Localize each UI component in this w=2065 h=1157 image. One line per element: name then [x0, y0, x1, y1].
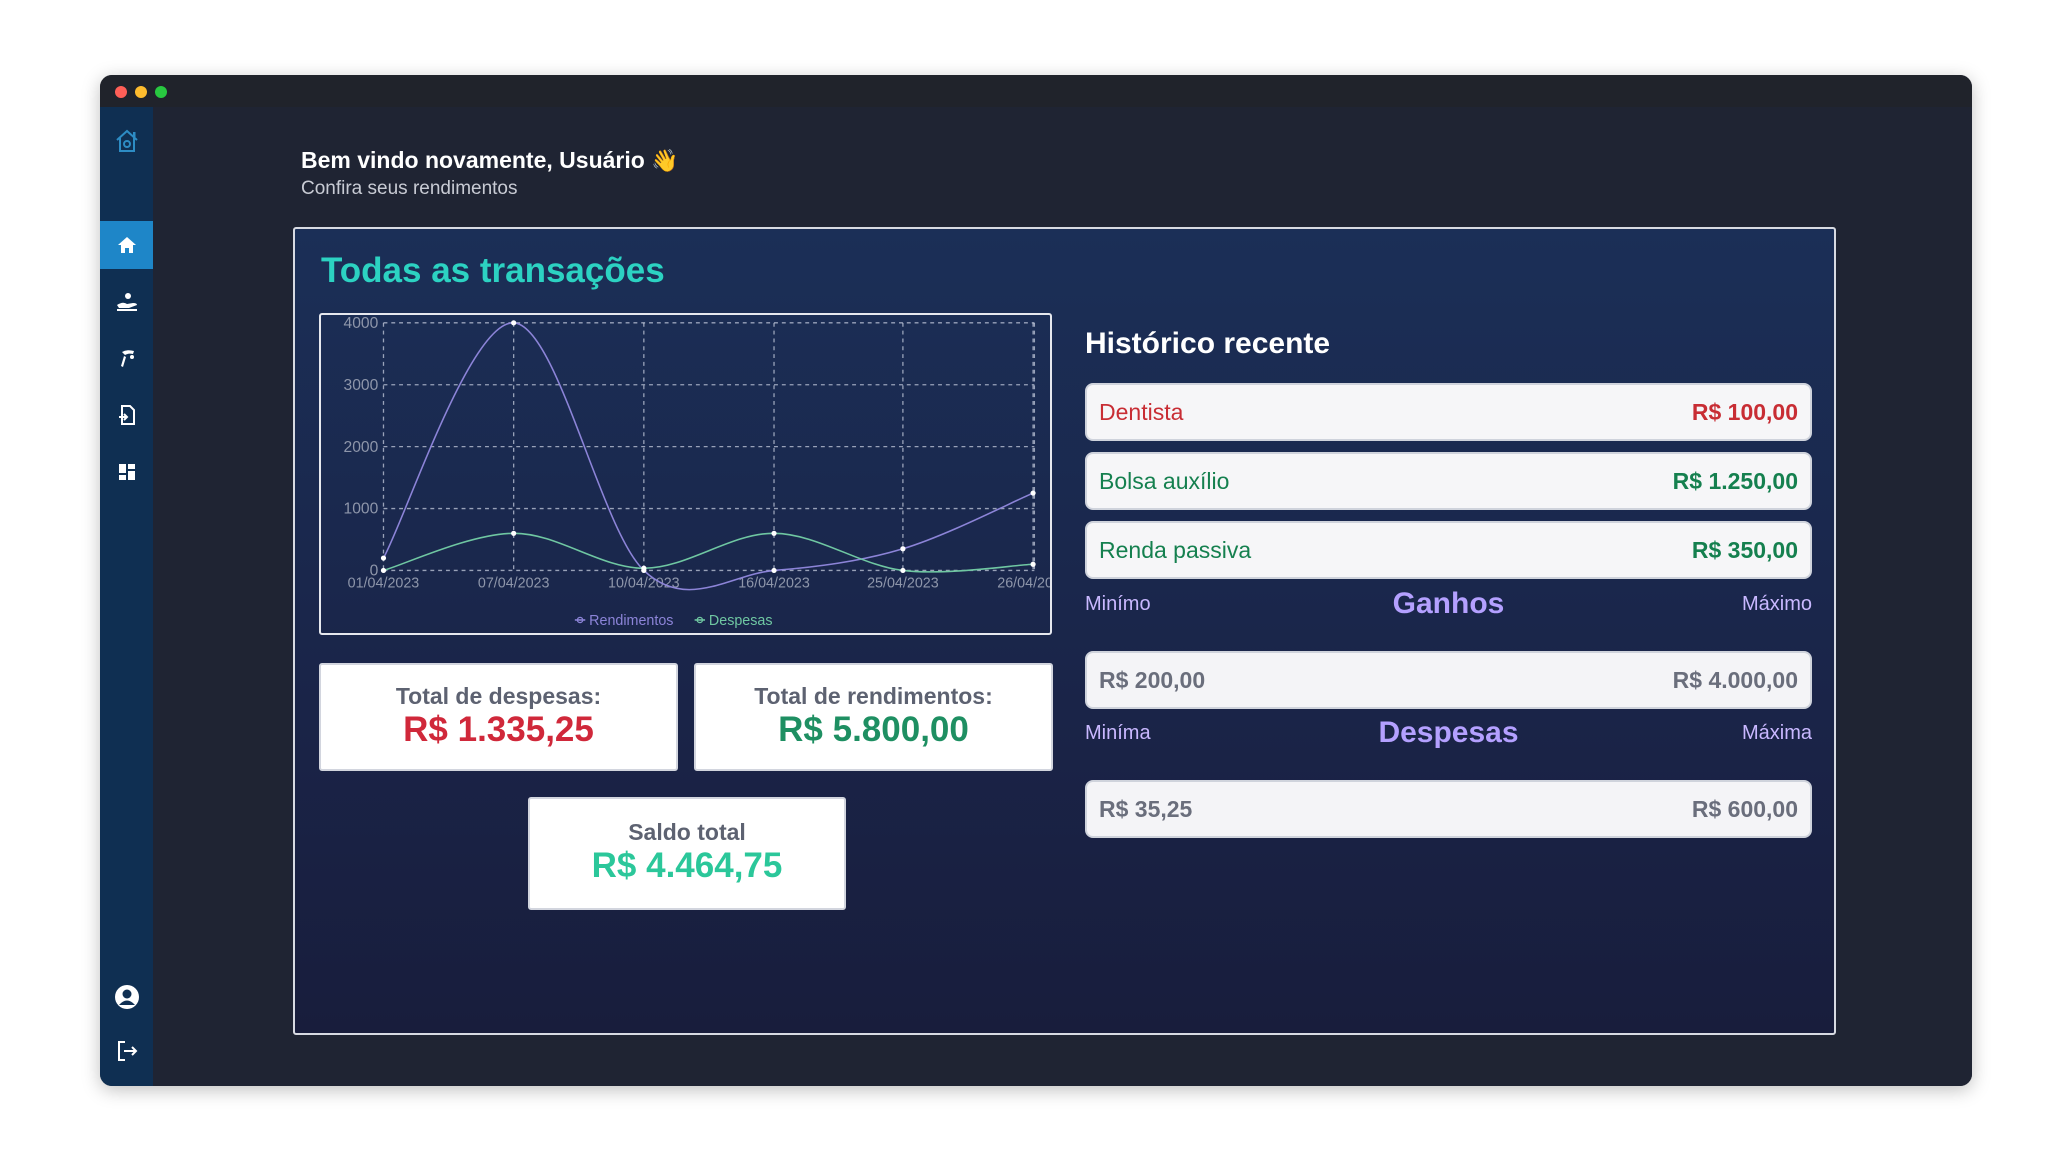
hand-money-icon: [120, 350, 134, 367]
ganhos-max-value: R$ 4.000,00: [1672, 666, 1798, 693]
transactions-chart: 0 1000 2000 3000 4000 01/04/2023 07/04/2023 10/…: [319, 313, 1052, 635]
sidebar-item-despesas[interactable]: [100, 334, 153, 382]
minimize-window-button[interactable]: [135, 86, 147, 98]
history-item-amount: R$ 350,00: [1691, 536, 1798, 563]
x-tick-label: 07/04/2023: [478, 575, 550, 591]
saldo-total-value: R$ 4.464,75: [591, 846, 783, 885]
logo[interactable]: [100, 117, 153, 165]
total-despesas-value: R$ 1.335,25: [403, 710, 594, 749]
data-point: [641, 565, 647, 571]
hand-coin-icon: [116, 293, 137, 311]
x-tick-label: 25/04/2023: [867, 575, 939, 591]
total-despesas-label: Total de despesas:: [395, 683, 602, 709]
data-point: [380, 567, 387, 574]
data-point: [380, 555, 387, 561]
data-point: [511, 530, 517, 536]
card-title: Todas as transações: [321, 251, 665, 290]
sidebar-item-home[interactable]: [100, 221, 153, 269]
total-rendimentos-label: Total de rendimentos:: [754, 683, 993, 709]
legend-label: Rendimentos: [589, 613, 673, 629]
logout-icon: [117, 1041, 137, 1061]
close-window-button[interactable]: [115, 86, 127, 98]
chart-svg: 0100020003000400001/04/2023 07/04/2023 10/…: [344, 315, 1050, 629]
history-item-amount: R$ 1.250,00: [1672, 467, 1798, 494]
app-window: Bem vindo novamente, Usuário 👋 Confira s…: [100, 75, 1972, 1086]
history-item-name: Bolsa auxílio: [1099, 467, 1230, 494]
despesas-max-value: R$ 600,00: [1691, 795, 1798, 822]
x-tick-label: 01/04/2023: [348, 575, 420, 591]
welcome-subtitle: Confira seus rendimentos: [301, 178, 518, 199]
ganhos-min-label: Minímo: [1085, 592, 1151, 615]
sidebar-item-dashboard[interactable]: [100, 448, 153, 496]
y-tick-label: 1000: [344, 501, 379, 518]
wave-emoji: 👋: [651, 148, 679, 173]
despesas-title: Despesas: [1378, 716, 1519, 749]
ganhos-range: R$ 200,00 R$ 4.000,00: [1085, 651, 1812, 709]
sidebar-item-sair[interactable]: [100, 1027, 153, 1075]
sidebar-item-perfil[interactable]: [100, 973, 153, 1021]
y-tick-label: 2000: [344, 439, 379, 456]
x-tick-label: 16/04/2023: [738, 575, 810, 591]
grid-icon: [118, 464, 135, 480]
ganhos-min-value: R$ 200,00: [1099, 666, 1206, 693]
data-point: [900, 567, 906, 574]
y-tick-label: 4000: [344, 315, 379, 332]
document-arrow-icon: [118, 405, 135, 425]
data-point: [1030, 561, 1036, 567]
history-item-renda[interactable]: Renda passiva R$ 350,00: [1085, 521, 1812, 579]
series-line-despesas: [383, 532, 1034, 573]
title-bar: [100, 75, 1972, 107]
y-tick-label: 3000: [344, 377, 379, 394]
despesas-min-value: R$ 35,25: [1099, 795, 1193, 822]
total-despesas-box: Total de despesas: R$ 1.335,25: [319, 663, 678, 771]
history-item-dentista[interactable]: Dentista R$ 100,00: [1085, 383, 1812, 441]
house-outline-icon: [115, 129, 138, 152]
welcome-text: Bem vindo novamente, Usuário: [301, 147, 645, 173]
series-line-rendimentos: [382, 322, 1034, 591]
sidebar-item-rendimentos[interactable]: [100, 277, 153, 325]
transactions-card: Todas as transações 0 1000 2000 3000 4000 01/…: [293, 227, 1836, 1035]
home-icon: [117, 237, 136, 253]
legend-label: Despesas: [709, 613, 773, 629]
data-point: [511, 320, 517, 326]
data-point: [771, 567, 777, 574]
data-point: [1030, 490, 1036, 496]
ganhos-header: Minímo Ganhos Máximo: [1085, 587, 1812, 621]
sidebar: [100, 107, 153, 1086]
ganhos-max-label: Máximo: [1741, 592, 1812, 615]
x-tick-label: 26/04/2023: [997, 575, 1050, 591]
main-content: Bem vindo novamente, Usuário 👋 Confira s…: [153, 107, 1972, 1086]
welcome-heading: Bem vindo novamente, Usuário 👋: [301, 147, 679, 174]
saldo-total-label: Saldo total: [628, 819, 746, 845]
despesas-max-label: Máxima: [1741, 721, 1812, 744]
sidebar-item-relatorios[interactable]: [100, 391, 153, 439]
x-tick-label: 10/04/2023: [608, 575, 680, 591]
despesas-range: R$ 35,25 R$ 600,00: [1085, 780, 1812, 838]
history-item-amount: R$ 100,00: [1691, 398, 1798, 425]
maximize-window-button[interactable]: [155, 86, 167, 98]
total-rendimentos-value: R$ 5.800,00: [778, 710, 969, 749]
data-point: [771, 530, 777, 536]
total-rendimentos-box: Total de rendimentos: R$ 5.800,00: [694, 663, 1053, 771]
historico-title: Histórico recente: [1085, 327, 1331, 360]
history-item-name: Dentista: [1099, 398, 1184, 425]
ganhos-title: Ganhos: [1392, 587, 1505, 620]
saldo-total-box: Saldo total R$ 4.464,75: [528, 797, 846, 910]
despesas-header: Miníma Despesas Máxima: [1085, 716, 1812, 750]
data-point: [900, 546, 906, 552]
history-item-bolsa[interactable]: Bolsa auxílio R$ 1.250,00: [1085, 452, 1812, 510]
user-icon: [114, 985, 139, 1009]
history-item-name: Renda passiva: [1099, 536, 1252, 563]
despesas-min-label: Miníma: [1085, 721, 1151, 744]
